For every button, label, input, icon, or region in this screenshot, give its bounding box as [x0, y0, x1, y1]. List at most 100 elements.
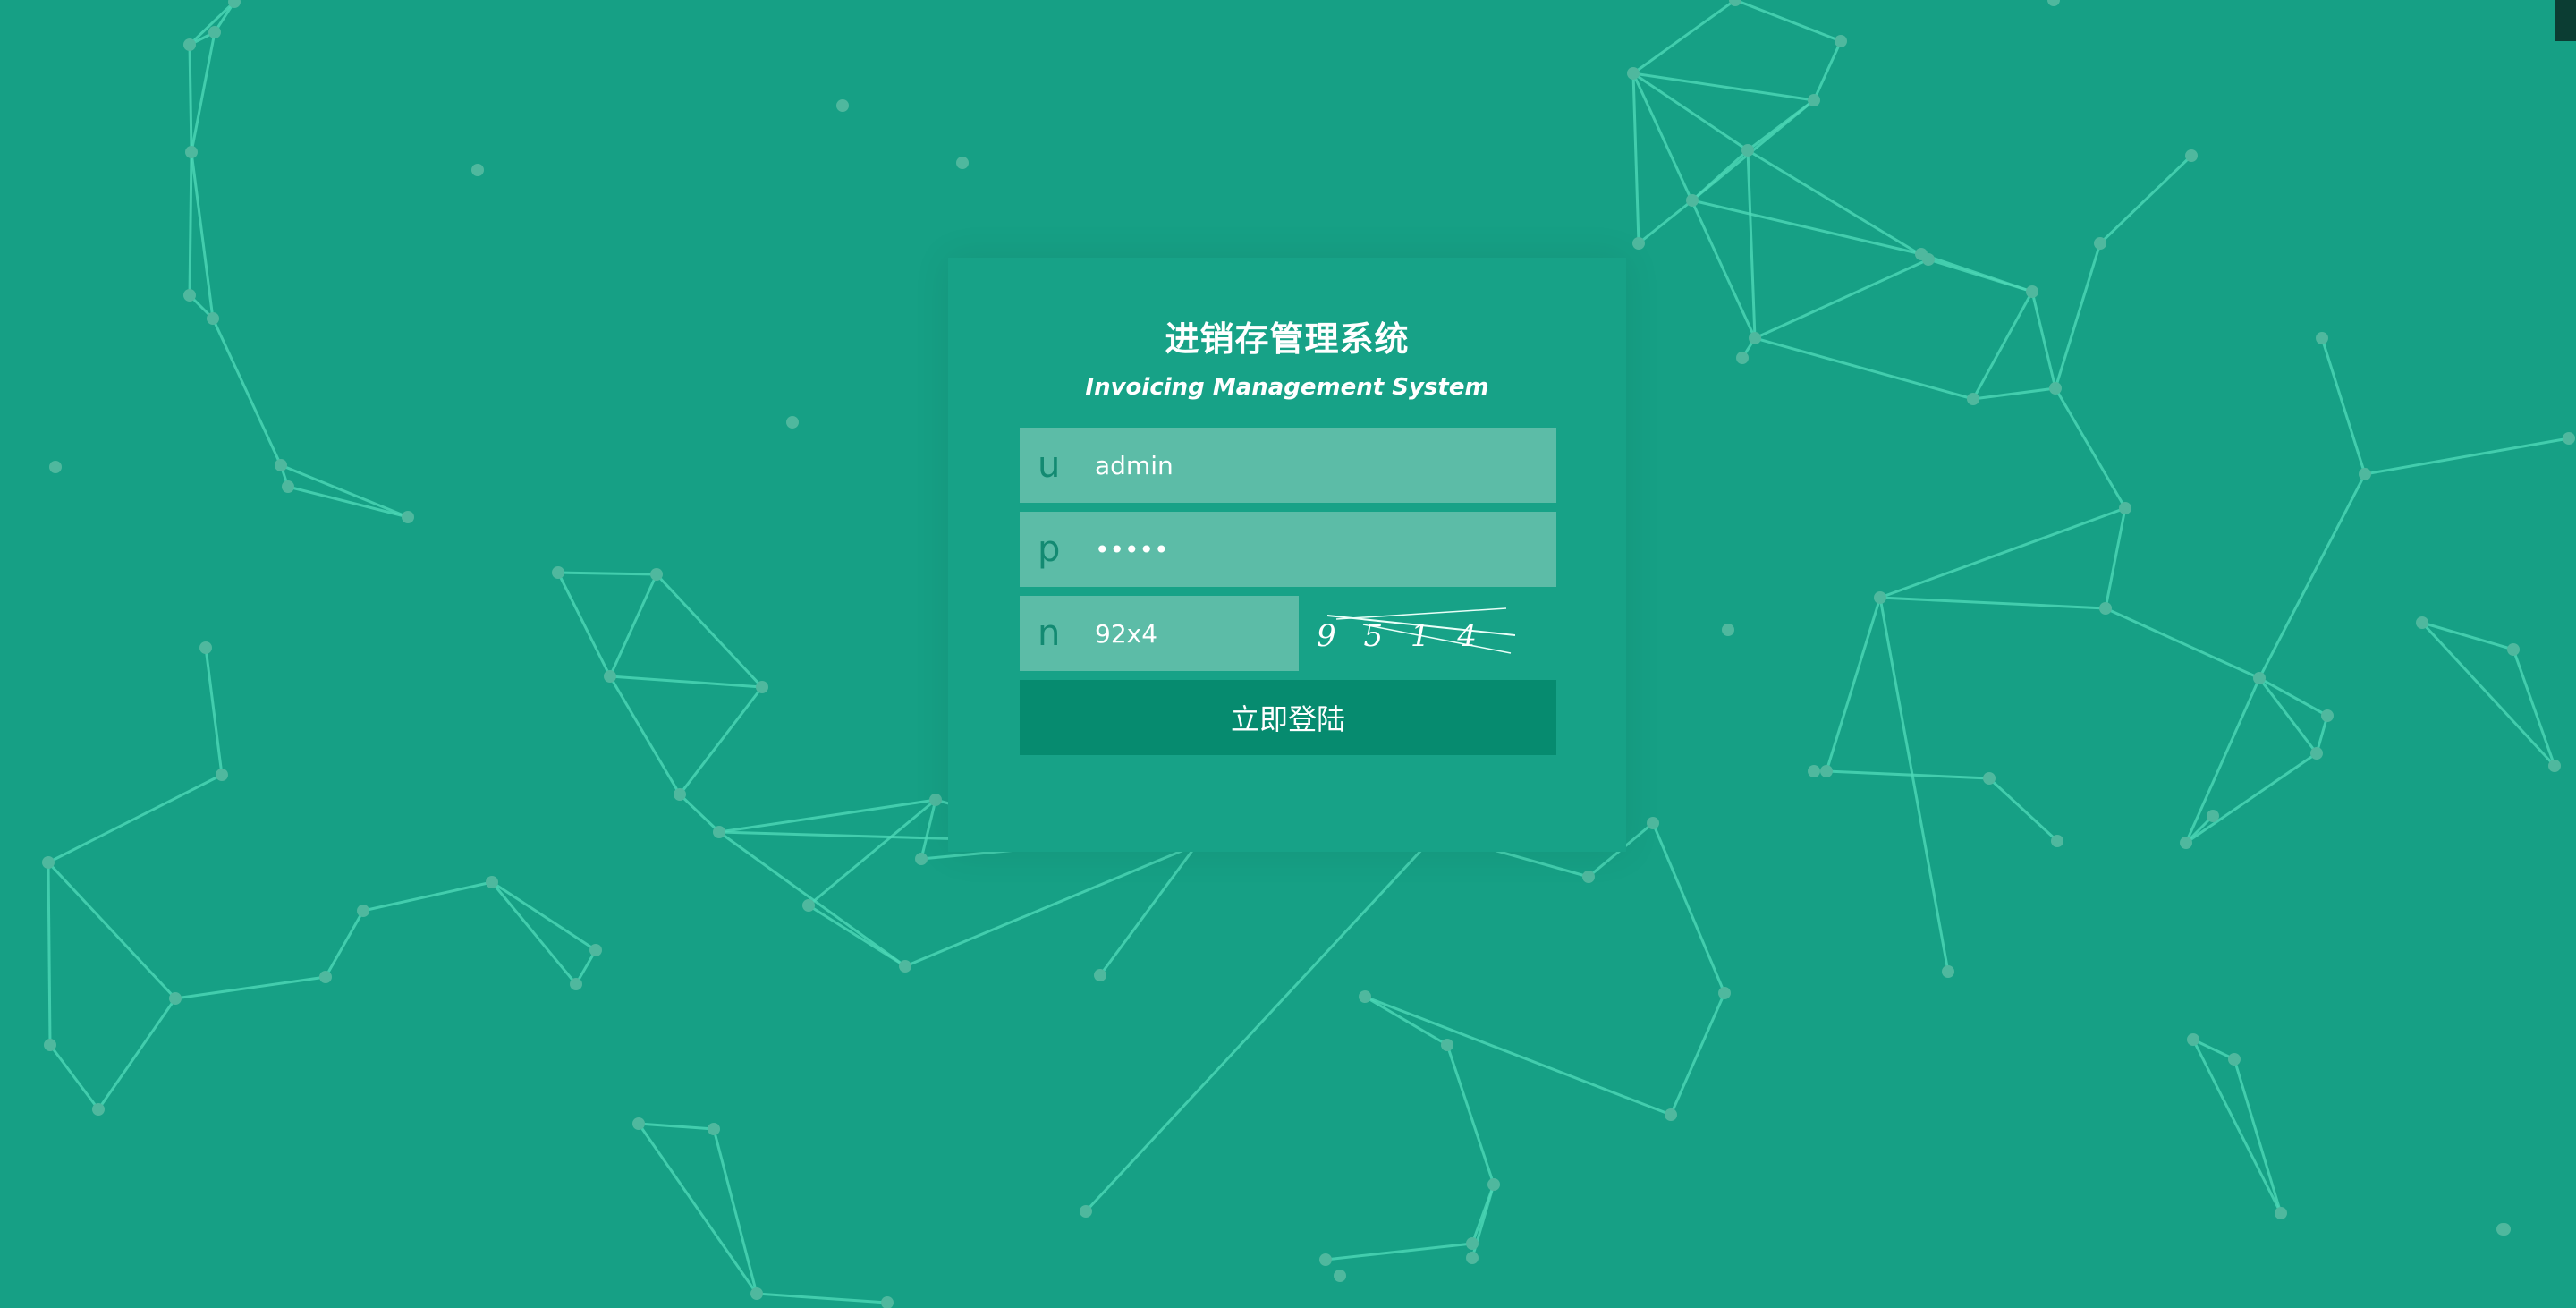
captcha-image[interactable]: 9 5 1 4 [1309, 599, 1515, 669]
network-node [1441, 1039, 1453, 1051]
network-line [1084, 832, 1438, 1213]
network-node [899, 960, 911, 973]
network-line [2054, 387, 2127, 509]
network-node [1722, 624, 1734, 636]
network-node [632, 1117, 645, 1130]
network-node [2416, 616, 2428, 629]
network-node [708, 1123, 720, 1135]
network-node [2185, 149, 2198, 162]
network-line [2320, 337, 2367, 475]
password-field: p [1020, 512, 1556, 587]
network-node [2094, 237, 2106, 250]
network-line [2258, 676, 2328, 718]
network-node [1729, 0, 1741, 6]
captcha-field: n [1020, 596, 1299, 671]
network-line [556, 572, 612, 677]
network-node [589, 944, 602, 956]
network-line [1364, 995, 1448, 1047]
network-line [1971, 291, 2034, 400]
network-line [1325, 1242, 1473, 1261]
network-node [929, 794, 942, 806]
network-node [2228, 1053, 2241, 1066]
network-node [956, 157, 969, 169]
network-line [678, 793, 721, 834]
network-node [1647, 817, 1659, 829]
network-node [2498, 1223, 2511, 1236]
network-node [1749, 332, 1761, 344]
network-node [1080, 1205, 1092, 1218]
network-line [712, 1128, 758, 1295]
network-line [2104, 507, 2127, 609]
network-line [557, 571, 657, 576]
network-node [802, 899, 815, 912]
app-title: 进销存管理系统 [1165, 319, 1410, 359]
network-line [1632, 72, 1815, 102]
network-line [2258, 473, 2367, 679]
network-line [1445, 1044, 1496, 1185]
network-line [1754, 258, 1929, 340]
network-line [718, 830, 906, 968]
network-node [2310, 747, 2323, 760]
network-node [604, 670, 616, 683]
network-line [756, 1292, 888, 1304]
password-input[interactable] [1095, 512, 1542, 587]
network-line [2030, 291, 2057, 389]
network-line [2364, 437, 2570, 476]
network-node [1983, 772, 1996, 785]
network-line [1632, 0, 1736, 75]
network-node [650, 568, 663, 581]
network-node [2099, 602, 2112, 615]
network-line [324, 910, 365, 978]
network-node [1487, 1178, 1500, 1191]
network-node [713, 826, 725, 838]
network-line [174, 975, 326, 1000]
network-line [211, 318, 283, 466]
network-node [2507, 643, 2520, 656]
login-button[interactable]: 立即登陆 [1020, 680, 1556, 755]
network-node [2047, 0, 2060, 6]
network-node [49, 461, 62, 473]
network-node [1835, 35, 1847, 47]
network-node [836, 99, 849, 112]
network-node [1874, 591, 1886, 604]
network-node [1632, 237, 1645, 250]
network-line [637, 1123, 758, 1295]
network-node [2119, 502, 2131, 514]
network-node [1808, 765, 1820, 777]
network-line [188, 0, 236, 47]
username-input[interactable] [1095, 428, 1542, 503]
network-line [1920, 252, 2033, 293]
network-line [638, 1122, 715, 1131]
network-node [1627, 67, 1640, 80]
network-line [1651, 822, 1726, 994]
network-line [47, 862, 52, 1046]
network-node [2051, 835, 2063, 847]
network-line [188, 44, 193, 153]
network-line [1691, 199, 1922, 256]
network-node [2049, 382, 2062, 395]
network-node [2180, 837, 2192, 849]
network-line [1972, 386, 2056, 401]
network-node [183, 38, 196, 51]
network-line [1364, 995, 1672, 1117]
network-line [1754, 336, 1974, 401]
network-line [280, 463, 409, 519]
network-line [2098, 154, 2193, 245]
network-node [2207, 810, 2219, 822]
network-line [608, 675, 682, 795]
captcha-input[interactable] [1095, 596, 1292, 671]
network-line [1878, 597, 1950, 973]
network-node [1582, 871, 1595, 883]
network-node [570, 978, 582, 990]
network-line [808, 904, 906, 968]
network-node [207, 312, 219, 325]
network-node [185, 146, 198, 158]
network-node [1665, 1108, 1677, 1121]
app-subtitle: Invoicing Management System [1085, 374, 1489, 401]
network-line [609, 675, 763, 689]
network-node [2275, 1207, 2287, 1219]
network-node [2563, 432, 2575, 445]
network-line [47, 773, 223, 864]
login-card: 进销存管理系统 Invoicing Management System u p … [948, 258, 1626, 852]
network-line [655, 573, 764, 689]
